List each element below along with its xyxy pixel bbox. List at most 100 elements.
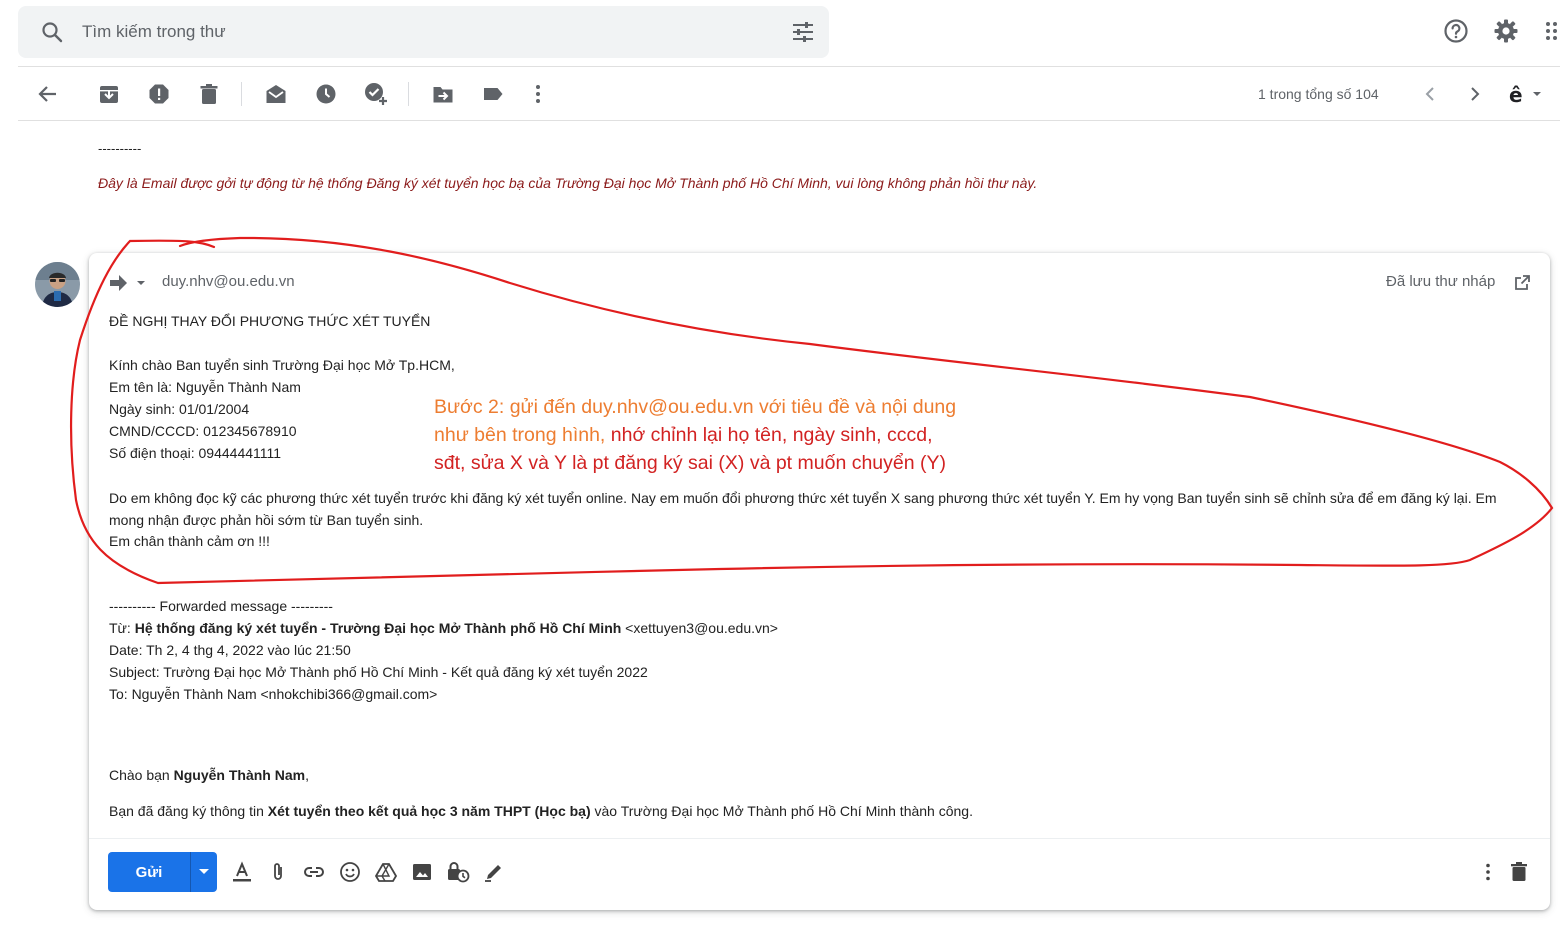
- send-button[interactable]: Gửi: [108, 852, 190, 892]
- reg-prefix: Bạn đã đăng ký thông tin: [109, 803, 268, 819]
- popout-button[interactable]: [1510, 271, 1534, 295]
- more-options-button[interactable]: [1476, 860, 1500, 884]
- annotation-line-2: như bên trong hình, nhớ chỉnh lại họ tên…: [434, 424, 933, 447]
- insert-photo-button[interactable]: [410, 860, 434, 884]
- label-button[interactable]: [481, 82, 505, 106]
- delete-button[interactable]: [197, 82, 221, 106]
- add-task-icon: [365, 83, 387, 105]
- archive-button[interactable]: [97, 82, 121, 106]
- archive-icon: [100, 86, 118, 103]
- forward-subject: Subject: Trường Đại học Mở Thành phố Hồ …: [109, 664, 648, 680]
- next-button[interactable]: [1463, 82, 1487, 106]
- email-subject[interactable]: ĐỀ NGHỊ THAY ĐỔI PHƯƠNG THỨC XÉT TUYỂN: [109, 313, 430, 329]
- photo-icon: [413, 864, 431, 880]
- body-phone[interactable]: Số điện thoại: 09444441111: [109, 445, 281, 461]
- svg-text:ê: ê: [1509, 83, 1523, 106]
- reg-suffix: vào Trường Đại học Mở Thành phố Hồ Chí M…: [590, 803, 973, 819]
- input-tools-button[interactable]: ê: [1504, 82, 1544, 106]
- annotation-line-2-orange: như bên trong hình,: [434, 424, 611, 446]
- insert-link-button[interactable]: [302, 860, 326, 884]
- send-options-button[interactable]: [190, 852, 217, 892]
- input-tools-icon: ê: [1509, 83, 1541, 106]
- forward-from-name: Hệ thống đăng ký xét tuyển - Trường Đại …: [134, 620, 622, 636]
- hello-prefix: Chào bạn: [109, 767, 174, 783]
- drive-icon: [375, 863, 397, 882]
- apps-icon[interactable]: [1540, 18, 1560, 44]
- body-thanks[interactable]: Em chân thành cảm ơn !!!: [109, 533, 270, 549]
- signature-icon: [485, 865, 501, 882]
- search-input[interactable]: [82, 18, 762, 46]
- auto-generated-note: Đây là Email được gởi tự động từ hệ thốn…: [98, 175, 1038, 191]
- more-button[interactable]: [526, 82, 550, 106]
- more-icon: [536, 85, 540, 103]
- annotation-line-1: Bước 2: gửi đến duy.nhv@ou.edu.vn với ti…: [434, 396, 957, 418]
- annotation-line-2-red: nhớ chỉnh lại họ tên, ngày sinh, cccd,: [610, 424, 933, 446]
- spam-icon: [149, 84, 169, 104]
- confidential-mode-button[interactable]: [446, 860, 470, 884]
- attach-icon: [274, 863, 282, 880]
- header-divider: [18, 66, 1560, 67]
- avatar: [35, 262, 80, 307]
- reg-method: Xét tuyển theo kết quả học 3 năm THPT (H…: [267, 803, 591, 819]
- search-bar: [18, 6, 829, 58]
- delete-icon: [200, 84, 218, 104]
- signature-button[interactable]: [482, 860, 506, 884]
- search-icon[interactable]: [40, 20, 64, 44]
- draft-saved-status: Đã lưu thư nháp: [1386, 273, 1496, 290]
- annotation-line-3: sđt, sửa X và Y là pt đăng ký sai (X) và…: [434, 452, 946, 474]
- move-to-button[interactable]: [431, 82, 455, 106]
- body-request[interactable]: Do em không đọc kỹ các phương thức xét t…: [109, 487, 1529, 531]
- spam-button[interactable]: [147, 82, 171, 106]
- discard-icon: [1511, 862, 1527, 881]
- forward-date: Date: Th 2, 4 thg 4, 2022 vào lúc 21:50: [109, 642, 351, 658]
- forward-from: Từ: Hệ thống đăng ký xét tuyển - Trường …: [109, 620, 778, 636]
- forward-header: ---------- Forwarded message ---------: [109, 598, 333, 614]
- message-counter: 1 trong tổng số 104: [1258, 86, 1379, 102]
- toolbar-separator: [408, 82, 409, 106]
- format-text-button[interactable]: [230, 860, 254, 884]
- body-greeting[interactable]: Kính chào Ban tuyển sinh Trường Đại học …: [109, 357, 455, 373]
- emoji-icon: [340, 862, 360, 882]
- label-icon: [484, 88, 503, 100]
- popout-icon: [1515, 275, 1530, 290]
- move-to-icon: [433, 87, 453, 103]
- add-task-button[interactable]: [364, 82, 388, 106]
- hello-name: Nguyễn Thành Nam: [173, 767, 306, 783]
- snooze-button[interactable]: [314, 82, 338, 106]
- snooze-icon: [316, 84, 336, 104]
- prev-icon: [1425, 87, 1434, 101]
- forward-registration: Bạn đã đăng ký thông tin Xét tuyển theo …: [109, 803, 973, 819]
- forward-from-email: <xettuyen3@ou.edu.vn>: [621, 620, 778, 636]
- back-icon: [38, 86, 56, 102]
- body-id-number[interactable]: CMND/CCCD: 012345678910: [109, 423, 297, 439]
- body-dob[interactable]: Ngày sinh: 01/01/2004: [109, 401, 249, 417]
- settings-icon[interactable]: [1493, 18, 1519, 44]
- drive-button[interactable]: [374, 860, 398, 884]
- help-icon[interactable]: [1443, 18, 1469, 44]
- discard-draft-button[interactable]: [1507, 860, 1531, 884]
- emoji-button[interactable]: [338, 860, 362, 884]
- toolbar-divider: [18, 120, 1560, 121]
- toolbar-separator: [241, 82, 242, 106]
- forward-hello: Chào bạn Nguyễn Thành Nam,: [109, 767, 309, 783]
- forward-from-label: Từ:: [109, 620, 135, 636]
- hello-suffix: ,: [305, 767, 309, 783]
- forward-icon: [110, 275, 145, 291]
- forward-type-button[interactable]: [108, 271, 150, 295]
- filter-icon[interactable]: [790, 20, 816, 44]
- next-icon: [1471, 87, 1480, 101]
- chevron-down-icon: [199, 869, 209, 874]
- body-name[interactable]: Em tên là: Nguyễn Thành Nam: [109, 379, 301, 395]
- mark-unread-icon: [266, 85, 286, 103]
- confidential-icon: [448, 862, 470, 883]
- link-icon: [304, 867, 324, 877]
- prev-button[interactable]: [1418, 82, 1442, 106]
- mark-unread-button[interactable]: [264, 82, 288, 106]
- signature-dashes: ----------: [98, 141, 142, 156]
- forward-to: To: Nguyễn Thành Nam <nhokchibi366@gmail…: [109, 686, 438, 702]
- more-icon: [1486, 863, 1490, 881]
- back-button[interactable]: [35, 82, 59, 106]
- compose-footer-divider: [89, 838, 1550, 839]
- attach-button[interactable]: [266, 860, 290, 884]
- recipient-chip[interactable]: duy.nhv@ou.edu.vn: [162, 273, 295, 290]
